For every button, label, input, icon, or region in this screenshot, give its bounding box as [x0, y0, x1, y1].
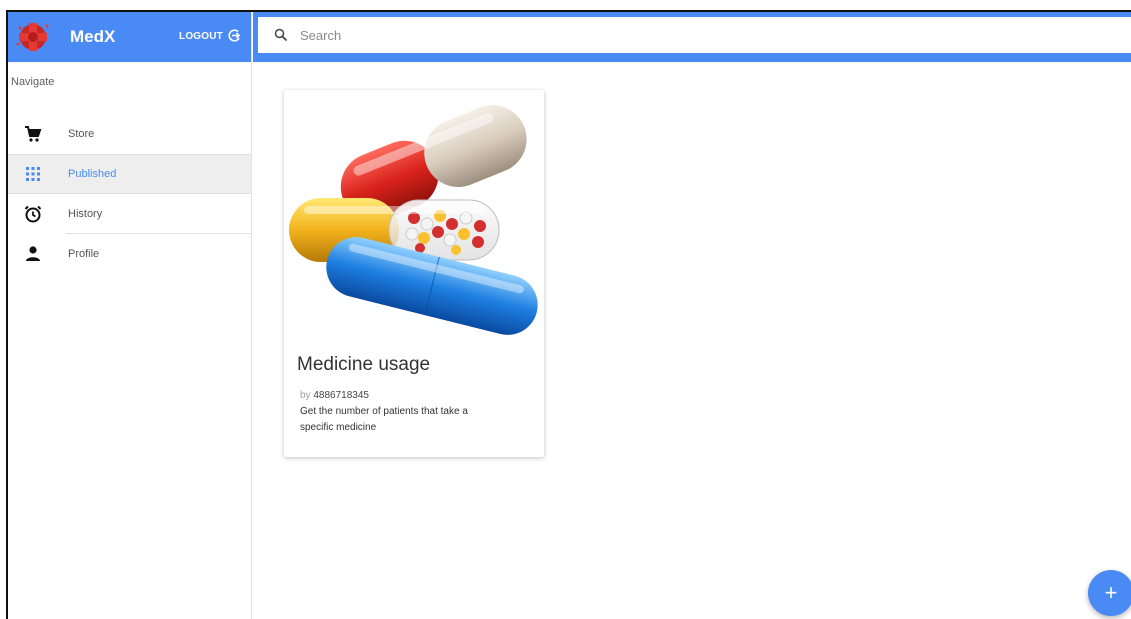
medx-logo [14, 18, 52, 56]
grid-icon [22, 163, 44, 185]
app-name: MedX [70, 27, 116, 46]
app-window: MedX LOGOUT Navigate Store Published His… [6, 10, 1131, 619]
sidebar-item-label: Store [68, 128, 95, 140]
brand-bar: MedX LOGOUT [8, 12, 251, 62]
search-input[interactable] [300, 27, 1000, 43]
search-bar [253, 12, 1131, 62]
plus-icon: + [1104, 580, 1118, 605]
sidebar-item-label: Published [68, 168, 117, 180]
card-author-id: 4886718345 [313, 390, 369, 401]
sidebar: MedX LOGOUT Navigate Store Published His… [8, 12, 252, 619]
logout-icon [228, 29, 241, 43]
card-description: Get the number of patients that take a s… [300, 406, 468, 433]
logout-button[interactable]: LOGOUT [179, 29, 241, 43]
search-icon [274, 28, 288, 42]
sidebar-item-history[interactable]: History [8, 194, 251, 234]
sidebar-item-label: Profile [68, 248, 100, 260]
cart-icon [22, 123, 44, 145]
sidebar-item-label: History [68, 208, 103, 220]
add-button[interactable]: + [1088, 570, 1131, 616]
card-author-prefix: by [300, 390, 311, 401]
card-author: by 4886718345 [284, 376, 544, 401]
search-box[interactable] [258, 17, 1131, 53]
app-card[interactable]: Medicine usage by 4886718345 Get the num… [284, 90, 544, 457]
nav-title: Navigate [11, 76, 55, 88]
card-title: Medicine usage [297, 354, 431, 375]
pills-image [284, 90, 544, 340]
history-icon [22, 203, 44, 225]
sidebar-item-store[interactable]: Store [8, 114, 251, 154]
person-icon [22, 243, 44, 265]
sidebar-item-profile[interactable]: Profile [8, 234, 251, 274]
logout-label: LOGOUT [179, 30, 223, 42]
sidebar-item-published[interactable]: Published [8, 154, 251, 194]
